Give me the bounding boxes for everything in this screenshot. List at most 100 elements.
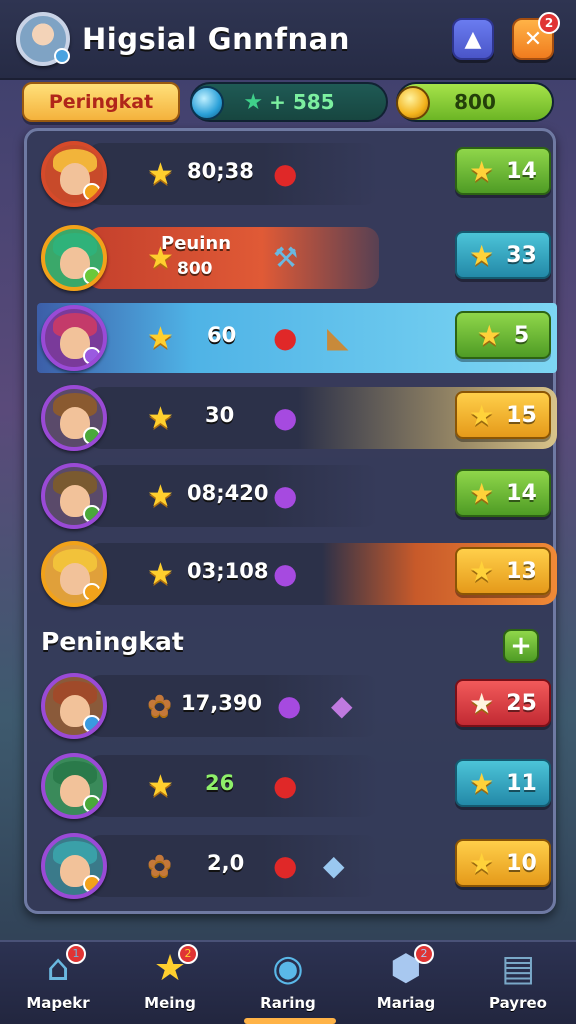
plum-icon: ● [273,557,298,590]
avatar [41,141,107,207]
avatar [41,225,107,291]
rank-value: 11 [506,770,537,796]
apple-icon: ● [273,849,298,882]
star-icon: ★ [476,318,502,352]
row-label: Peuinn [161,233,232,254]
star-icon: ★ [147,557,174,592]
leaderboard-panel: ★ 80;38 ● ★ 14 ★ Peuinn 800 ⚒ ★ 33 ★ 60 ● … [24,128,557,914]
leaderboard-row[interactable]: ★ 03;108 ● ★ 13 [37,539,557,609]
rank-button[interactable]: ★ 14 [455,469,551,517]
rank-value: 14 [506,480,537,506]
star-icon: ★ [469,766,495,800]
leaderboard-row[interactable]: ★ 26 ● ★ 11 [37,751,551,821]
leaderboard-row[interactable]: ✿ 2,0 ● ◆ ★ 10 [37,831,551,901]
rank-value: 14 [506,158,537,184]
rank-button[interactable]: ★ 11 [455,759,551,807]
leaderboard-row-highlighted[interactable]: ★ 60 ● ◣ ★ 5 [37,303,557,373]
notification-badge: 2 [538,12,560,34]
star-icon: ★ [469,238,495,272]
avatar [41,463,107,529]
rank-button[interactable]: ★ 10 [455,839,551,887]
apple-icon: ● [273,321,298,354]
row-score: 60 [207,323,237,347]
page-title: Higsial Gnnfnan [82,22,350,56]
tab-peringkat[interactable]: Peringkat [22,82,180,122]
paw-icon: ✿ [147,689,173,724]
avatar [41,753,107,819]
gem-icon: ◆ [331,689,353,722]
leaderboard-row[interactable]: ★ 08;420 ● ★ 14 [37,461,551,531]
active-tab-indicator [244,1018,336,1024]
rank-button[interactable]: ★ 15 [455,391,551,439]
rank-value: 15 [506,402,537,428]
triangle-icon: ▲ [464,26,482,52]
row-score: 800 [177,259,213,279]
avatar [41,673,107,739]
avatar [41,385,107,451]
hammer-icon: ⚒ [273,241,299,274]
nav-item-meing[interactable]: ★ 2 Meing [120,944,220,1022]
fish-icon: ◉ [272,948,304,989]
star-icon: ★ [243,89,264,115]
star-icon: ★ [147,401,174,436]
nav-item-payreo[interactable]: ▤ Payreo [468,944,568,1022]
plum-icon: ● [273,479,298,512]
star-icon: ★ [147,321,174,356]
plum-icon: ● [273,401,298,434]
triangle-button[interactable]: ▲ [452,18,494,60]
avatar [41,541,107,607]
leaderboard-row[interactable]: ★ 80;38 ● ★ 14 [37,139,551,209]
avatar [41,833,107,899]
star-icon: ★ 2 [120,944,220,994]
dice-icon: ⬢ 2 [356,944,456,994]
rank-value: 33 [506,242,537,268]
rank-value: 10 [506,850,537,876]
gem-currency[interactable]: ★ + 585 [190,82,388,122]
gem-value: + 585 [269,90,335,114]
star-icon: ★ [469,476,495,510]
star-icon: ★ [469,398,495,432]
coin-icon [396,86,430,120]
star-icon: ★ [469,554,495,588]
player-avatar[interactable] [16,12,70,66]
rank-button[interactable]: ★ 25 [455,679,551,727]
horn-icon: ◣ [327,321,349,354]
nav-item-raring[interactable]: ◉ Raring [238,944,338,1022]
star-icon: ★ [147,157,174,192]
apple-icon: ● [273,769,298,802]
star-icon: ★ [469,686,495,720]
avatar-badge-icon [54,48,70,64]
coin-currency[interactable]: 800 [396,82,554,122]
apple-icon: ● [273,157,298,190]
nav-item-mariag[interactable]: ⬢ 2 Mariag [356,944,456,1022]
avatar [41,305,107,371]
rank-button[interactable]: ★ 13 [455,547,551,595]
star-icon: ★ [469,846,495,880]
rank-button[interactable]: ★ 14 [455,147,551,195]
close-icon: ✕ [523,26,543,52]
rank-value: 25 [506,690,537,716]
clipboard-icon: ▤ [500,948,535,989]
star-icon: ★ [147,769,174,804]
row-score: 17,390 [181,691,263,715]
leaderboard-row[interactable]: ★ 30 ● ★ 15 [37,383,557,453]
rank-value: 5 [513,322,530,348]
rank-button[interactable]: ★ 33 [455,231,551,279]
nav-item-mapekr[interactable]: ⌂ 1 Mapekr [8,944,108,1022]
rank-button[interactable]: ★ 5 [455,311,551,359]
leaderboard-row[interactable]: ✿ 17,390 ● ◆ ★ 25 [37,671,551,741]
gem-icon [190,86,224,120]
add-button[interactable]: + [503,629,539,663]
section-title: Peningkat [41,627,184,656]
row-score: 26 [205,771,235,795]
row-score: 30 [205,403,235,427]
leaderboard-row[interactable]: ★ Peuinn 800 ⚒ ★ 33 [37,223,551,293]
row-score: 2,0 [207,851,245,875]
star-icon: ★ [469,154,495,188]
close-button[interactable]: ✕ 2 [512,12,560,60]
rank-value: 13 [506,558,537,584]
home-icon: ⌂ 1 [8,944,108,994]
bottom-nav: ⌂ 1 Mapekr ★ 2 Meing ◉ Raring ⬢ 2 Mariag ▤ … [0,940,576,1024]
paw-icon: ✿ [147,849,173,884]
top-bar: Higsial Gnnfnan ▲ ✕ 2 [0,0,576,80]
